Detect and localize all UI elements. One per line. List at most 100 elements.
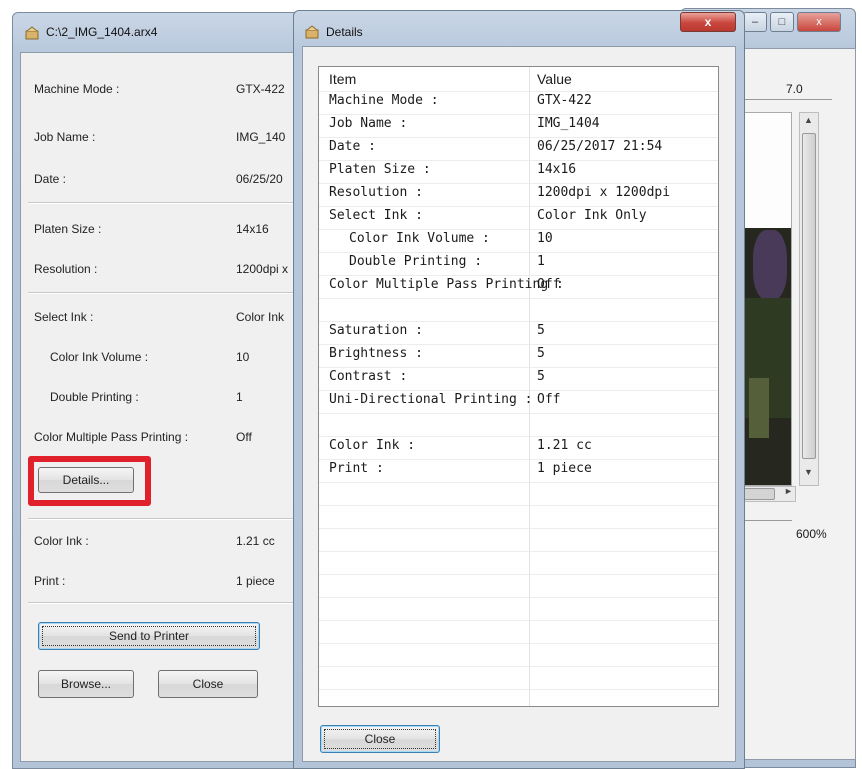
row-value: 06/25/2017 21:54 (537, 139, 663, 154)
separator (28, 202, 293, 204)
field-value-color-ink: 1.21 cc (236, 534, 275, 548)
row-item: Saturation : (329, 323, 423, 338)
table-row: Contrast : 5 (319, 368, 718, 391)
close-x-icon: x (704, 15, 712, 29)
main-close-button[interactable]: Close (158, 670, 258, 698)
main-close-button-label: Close (192, 677, 224, 691)
field-value-print: 1 piece (236, 574, 275, 588)
table-row: Double Printing : 1 (319, 253, 718, 276)
row-value: 1.21 cc (537, 438, 592, 453)
row-item: Color Ink : (329, 438, 416, 453)
table-row: Brightness : 5 (319, 345, 718, 368)
row-value: Off (537, 392, 561, 407)
table-row (319, 299, 718, 322)
row-value: 14x16 (537, 162, 577, 177)
row-value: 1 piece (537, 461, 592, 476)
field-value-resolution: 1200dpi x (236, 262, 289, 276)
send-to-printer-label: Send to Printer (108, 629, 190, 643)
separator (28, 602, 293, 604)
zoom-value: 600% (796, 527, 827, 541)
row-item: Job Name : (329, 116, 408, 131)
table-row (319, 483, 718, 506)
field-label-print: Print : (34, 574, 66, 588)
field-label-double-printing: Double Printing : (50, 390, 139, 404)
scroll-up-arrow-icon[interactable]: ▲ (804, 115, 813, 125)
table-row: Color Ink : 1.21 cc (319, 437, 718, 460)
header-item: Item (329, 71, 357, 87)
browse-button[interactable]: Browse... (38, 670, 134, 698)
dialog-close-x-button[interactable]: x (680, 12, 736, 32)
field-label-color-ink: Color Ink : (34, 534, 89, 548)
field-label-date: Date : (34, 172, 67, 186)
row-value: 5 (537, 323, 545, 338)
minimize-button[interactable]: – (743, 12, 767, 32)
table-header: Item Value (319, 67, 718, 92)
window-close-button[interactable]: x (797, 12, 841, 32)
table-row: Color Ink Volume : 10 (319, 230, 718, 253)
row-item: Contrast : (329, 369, 408, 384)
field-value-double-printing: 1 (236, 390, 243, 404)
row-item: Color Ink Volume : (349, 231, 490, 246)
field-label-color-ink-volume: Color Ink Volume : (50, 350, 149, 364)
row-item: Select Ink : (329, 208, 423, 223)
details-table: Item Value Machine Mode : GTX-422 Job Name… (318, 66, 719, 707)
table-row (319, 575, 718, 598)
table-row: Platen Size : 14x16 (319, 161, 718, 184)
row-value: 5 (537, 369, 545, 384)
vertical-scrollbar[interactable]: ▲ ▼ (799, 112, 819, 486)
scroll-down-arrow-icon[interactable]: ▼ (804, 467, 813, 477)
field-value-color-multiple-pass: Off (236, 430, 252, 444)
table-row: Saturation : 5 (319, 322, 718, 345)
field-label-select-ink: Select Ink : (34, 310, 94, 324)
ruler-value: 7.0 (786, 82, 803, 96)
main-window-title: C:\2_IMG_1404.arx4 (46, 25, 158, 39)
row-value: 5 (537, 346, 545, 361)
details-button-label: Details... (62, 473, 110, 487)
row-value: 1 (537, 254, 545, 269)
row-item: Double Printing : (349, 254, 483, 269)
row-item: Color Multiple Pass Printing : (329, 277, 564, 292)
field-label-color-multiple-pass: Color Multiple Pass Printing : (34, 430, 189, 444)
row-value: 1200dpi x 1200dpi (537, 185, 671, 200)
field-value-job-name: IMG_140 (236, 130, 286, 144)
table-row (319, 529, 718, 552)
field-value-color-ink-volume: 10 (236, 350, 250, 364)
row-item: Print : (329, 461, 384, 476)
table-row (319, 598, 718, 621)
table-row: Date : 06/25/2017 21:54 (319, 138, 718, 161)
field-value-date: 06/25/20 (236, 172, 283, 186)
ruler-line (742, 99, 832, 100)
row-value: GTX-422 (537, 93, 592, 108)
table-row (319, 552, 718, 575)
field-label-platen-size: Platen Size : (34, 222, 102, 236)
row-value: Off (537, 277, 561, 292)
dialog-app-icon (305, 25, 319, 39)
h-scroll-thumb[interactable] (743, 488, 775, 500)
maximize-button[interactable]: □ (770, 12, 794, 32)
field-value-machine-mode: GTX-422 (236, 82, 285, 96)
row-item: Platen Size : (329, 162, 431, 177)
row-value: IMG_1404 (537, 116, 600, 131)
details-button[interactable]: Details... (38, 467, 134, 493)
row-item: Date : (329, 139, 376, 154)
table-row (319, 506, 718, 529)
print-preview-image (742, 112, 792, 486)
dialog-close-button[interactable]: Close (320, 725, 440, 753)
field-label-machine-mode: Machine Mode : (34, 82, 120, 96)
field-value-platen-size: 14x16 (236, 222, 269, 236)
send-to-printer-button[interactable]: Send to Printer (38, 622, 260, 650)
table-row (319, 621, 718, 644)
dialog-close-button-label: Close (364, 732, 396, 746)
row-item: Machine Mode : (329, 93, 439, 108)
separator (28, 292, 293, 294)
table-row: Select Ink : Color Ink Only (319, 207, 718, 230)
table-row (319, 667, 718, 690)
row-value: Color Ink Only (537, 208, 647, 223)
app-icon (25, 26, 39, 40)
separator (28, 518, 293, 520)
field-value-select-ink: Color Ink (236, 310, 285, 324)
row-item: Uni-Directional Printing : (329, 392, 533, 407)
scroll-thumb[interactable] (802, 133, 816, 459)
browse-button-label: Browse... (60, 677, 111, 691)
scroll-right-arrow-icon[interactable]: ► (784, 486, 793, 496)
